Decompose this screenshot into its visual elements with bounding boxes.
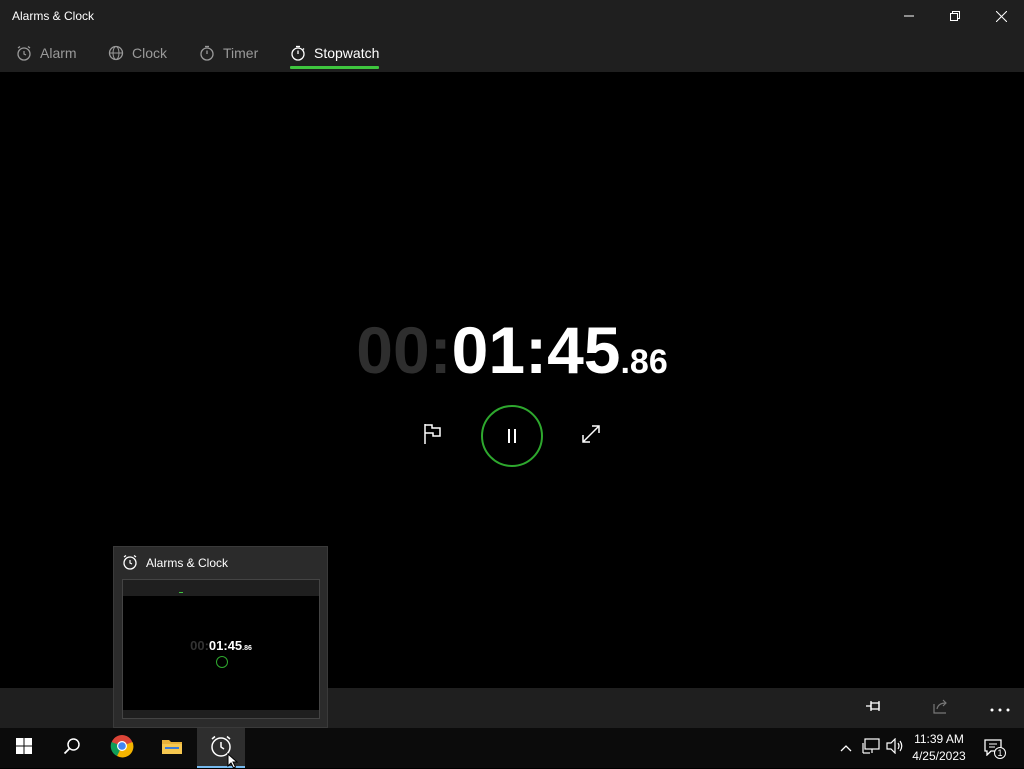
action-center-button[interactable]: 1 (978, 728, 1008, 768)
chevron-up-icon (840, 739, 852, 757)
stopwatch-separator-2: : (525, 313, 548, 387)
system-time: 11:39 AM (914, 732, 964, 746)
expand-button[interactable] (578, 423, 604, 449)
tab-stopwatch[interactable]: Stopwatch (290, 34, 380, 72)
file-explorer-taskbar-button[interactable] (148, 728, 196, 768)
stopwatch-fraction: .86 (620, 343, 668, 381)
more-options-button[interactable] (980, 688, 1020, 728)
nav-tabs: Alarm Clock Timer Stopwatch (0, 34, 1024, 72)
search-button[interactable] (48, 728, 96, 768)
system-clock[interactable]: 11:39 AM 4/25/2023 (906, 731, 972, 765)
tab-alarm-label: Alarm (40, 45, 77, 61)
expand-icon (581, 424, 601, 449)
tab-clock[interactable]: Clock (108, 34, 167, 72)
taskbar-thumbnail-preview[interactable]: Alarms & Clock 00:01:45.86 (113, 546, 328, 728)
mouse-cursor (226, 753, 240, 769)
restore-button[interactable] (932, 0, 978, 32)
tab-stopwatch-label: Stopwatch (314, 45, 380, 61)
pin-icon (865, 699, 883, 718)
stopwatch-display: 00:01:45.86 (330, 312, 694, 388)
alarm-clock-icon (122, 554, 138, 575)
notification-icon: 1 (983, 738, 1006, 759)
preview-fraction: .86 (242, 645, 252, 652)
title-bar: Alarms & Clock (0, 0, 1024, 34)
speaker-icon (886, 737, 904, 759)
windows-logo-icon (16, 737, 32, 759)
preview-main-time: 01:45 (208, 638, 243, 653)
window-title: Alarms & Clock (12, 9, 95, 23)
network-button[interactable] (860, 728, 882, 768)
active-tab-indicator (290, 66, 380, 69)
lap-button[interactable] (420, 423, 446, 450)
pause-button[interactable] (481, 405, 543, 467)
minimize-button[interactable] (886, 0, 932, 32)
taskbar: 11:39 AM 4/25/2023 1 (0, 728, 1024, 769)
tab-clock-label: Clock (132, 45, 168, 61)
pin-button[interactable] (854, 688, 894, 728)
stopwatch-separator-1: : (429, 313, 452, 387)
timer-icon (199, 45, 215, 61)
volume-button[interactable] (884, 728, 906, 768)
stopwatch-icon (290, 45, 306, 61)
stopwatch-minutes: 01 (451, 313, 526, 387)
tab-alarm[interactable]: Alarm (16, 34, 77, 72)
alarm-icon (16, 45, 32, 61)
search-icon (63, 737, 81, 760)
share-button[interactable] (921, 688, 961, 728)
preview-title: Alarms & Clock (146, 556, 229, 570)
more-icon (990, 699, 1010, 717)
system-date: 4/25/2023 (912, 749, 966, 763)
preview-time: 00:01:45.86 (190, 638, 252, 653)
chrome-taskbar-button[interactable] (98, 728, 146, 768)
folder-icon (161, 737, 183, 760)
stopwatch-seconds: 45 (547, 313, 621, 387)
chrome-icon (110, 734, 134, 763)
globe-clock-icon (108, 45, 124, 61)
flag-icon (423, 423, 443, 450)
tab-timer-label: Timer (223, 45, 259, 61)
close-button[interactable] (978, 0, 1024, 32)
tab-timer[interactable]: Timer (199, 34, 258, 72)
start-button[interactable] (0, 728, 48, 768)
pause-icon (506, 429, 518, 443)
preview-thumbnail: 00:01:45.86 (122, 579, 320, 719)
notification-count-badge: 1 (994, 747, 1006, 759)
share-icon (932, 698, 950, 719)
stopwatch-hours: 00 (356, 313, 430, 387)
network-icon (862, 737, 880, 759)
show-hidden-icons-button[interactable] (836, 728, 856, 768)
preview-hours: 00 (190, 638, 205, 653)
